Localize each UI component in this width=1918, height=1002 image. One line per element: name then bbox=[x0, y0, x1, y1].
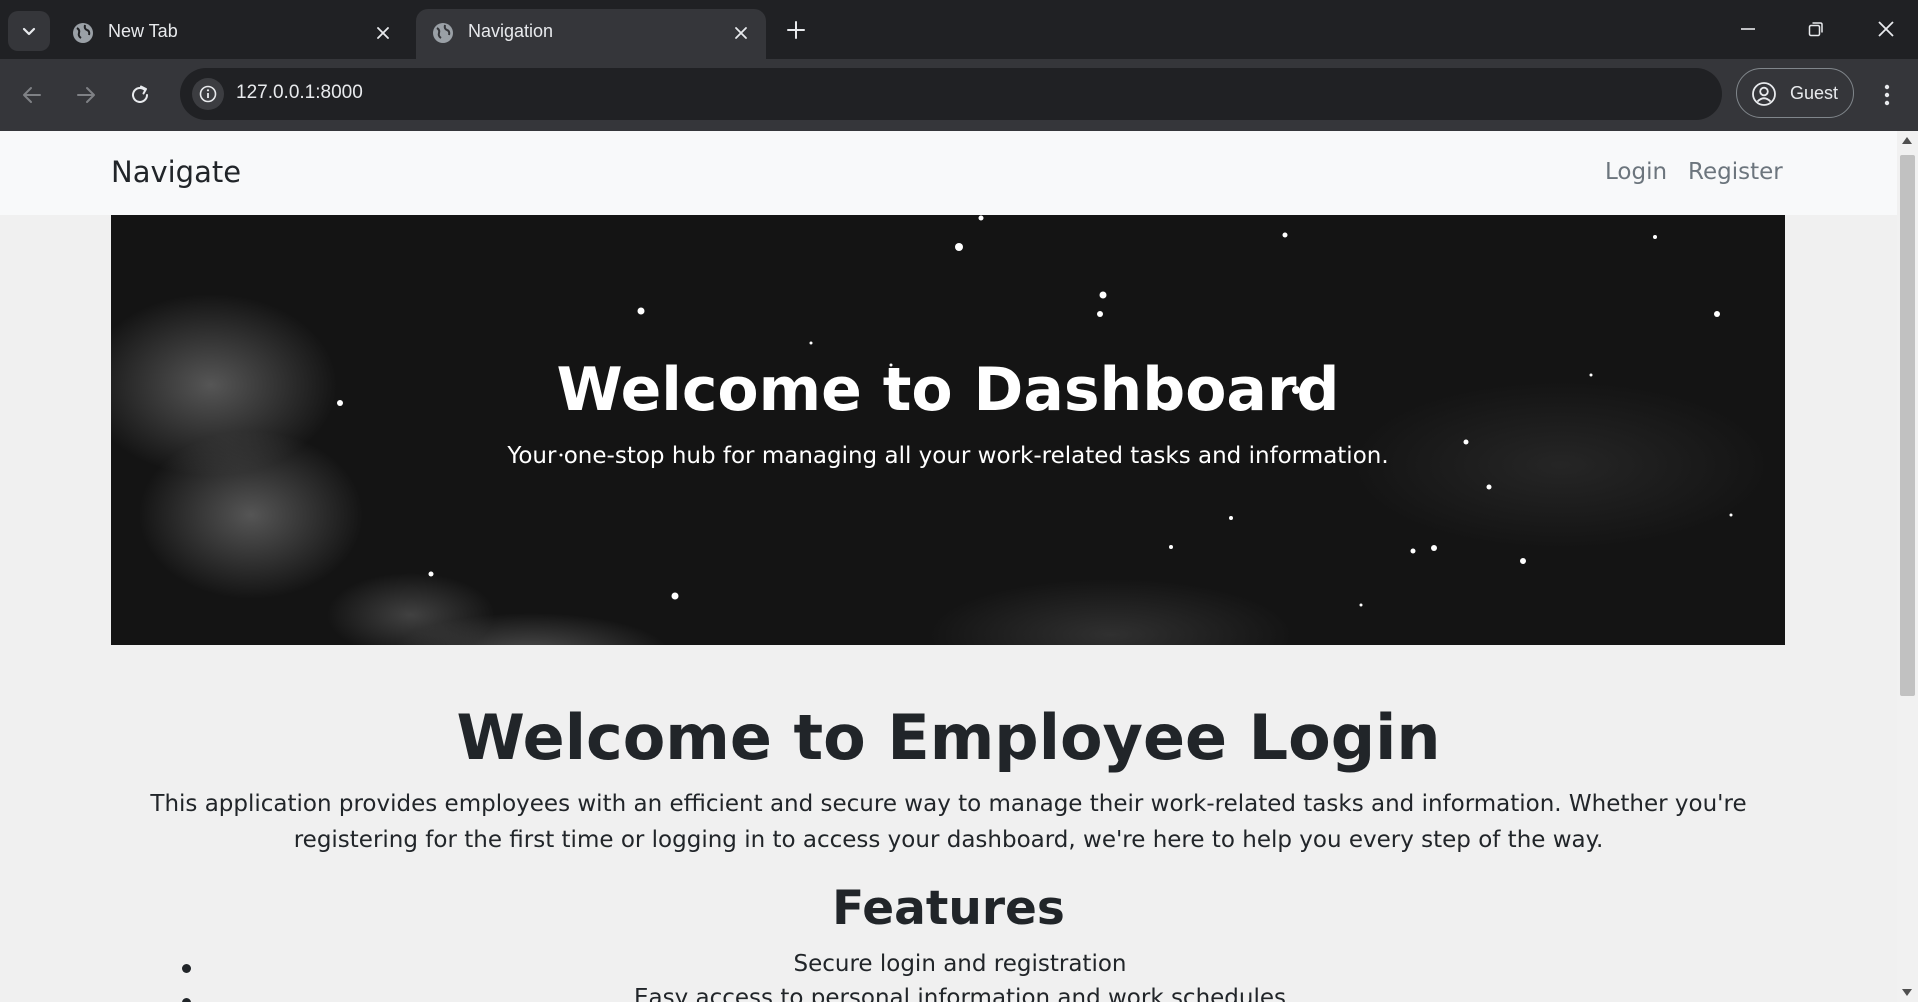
bullet-icon bbox=[182, 964, 191, 973]
navbar-brand[interactable]: Navigate bbox=[111, 155, 241, 189]
close-window-button[interactable] bbox=[1858, 8, 1914, 50]
browser-menu-button[interactable] bbox=[1872, 77, 1902, 113]
chevron-down-icon bbox=[22, 27, 36, 36]
hero-title: Welcome to Dashboard bbox=[556, 355, 1340, 425]
new-tab-button[interactable] bbox=[780, 14, 812, 46]
page-title: Welcome to Employee Login bbox=[456, 701, 1441, 774]
globe-icon bbox=[433, 23, 453, 43]
close-icon bbox=[377, 27, 389, 39]
forward-button[interactable] bbox=[68, 77, 104, 113]
tab-title: Navigation bbox=[468, 21, 554, 41]
reload-icon bbox=[132, 85, 148, 103]
page-scrollbar[interactable] bbox=[1897, 131, 1918, 1002]
intro-paragraph: This application provides employees with… bbox=[150, 791, 1747, 853]
minimize-button[interactable] bbox=[1720, 8, 1776, 50]
scroll-down-arrow-icon[interactable] bbox=[1902, 989, 1912, 996]
tab-new-tab[interactable]: New Tab bbox=[56, 9, 408, 59]
reload-button[interactable] bbox=[122, 77, 158, 113]
url-text: 127.0.0.1:8000 bbox=[236, 82, 363, 103]
tab-navigation[interactable]: Navigation bbox=[416, 9, 766, 59]
account-icon bbox=[1752, 82, 1776, 106]
profile-label: Guest bbox=[1790, 83, 1839, 103]
features-list: Secure login and registration Easy acces… bbox=[180, 951, 1740, 1002]
site-navbar: Navigate Login Register bbox=[0, 131, 1897, 215]
info-icon bbox=[199, 85, 217, 103]
arrow-right-icon bbox=[77, 87, 95, 103]
plus-icon bbox=[787, 21, 805, 39]
scrollbar-thumb[interactable] bbox=[1900, 155, 1915, 696]
close-icon bbox=[1878, 21, 1894, 37]
features-heading: Features bbox=[832, 881, 1065, 936]
hero-subtitle: Your one-stop hub for managing all your … bbox=[507, 443, 1389, 469]
close-tab-button[interactable] bbox=[728, 20, 754, 46]
tab-strip: New Tab Navigation bbox=[0, 0, 1918, 59]
feature-text: Easy access to personal information and … bbox=[633, 985, 1287, 1002]
browser-toolbar: 127.0.0.1:8000 Guest bbox=[0, 59, 1918, 131]
profile-button[interactable]: Guest bbox=[1736, 68, 1854, 118]
page-viewport: Navigate Login Register Welcome to Dashb… bbox=[0, 131, 1897, 1002]
more-vertical-icon bbox=[1884, 84, 1890, 106]
restore-button[interactable] bbox=[1788, 8, 1844, 50]
close-icon bbox=[735, 27, 747, 39]
bullet-icon bbox=[182, 998, 191, 1002]
tab-title: New Tab bbox=[108, 21, 178, 41]
restore-icon bbox=[1808, 22, 1823, 37]
nav-login-link[interactable]: Login bbox=[1605, 159, 1667, 185]
nav-register-link[interactable]: Register bbox=[1688, 159, 1783, 185]
site-info-button[interactable] bbox=[192, 78, 224, 110]
feature-text: Secure login and registration bbox=[793, 951, 1127, 977]
minimize-icon bbox=[1741, 28, 1755, 30]
tab-search-button[interactable] bbox=[8, 11, 50, 51]
hero-banner: Welcome to Dashboard Your one-stop hub f… bbox=[111, 215, 1785, 645]
globe-icon bbox=[73, 23, 93, 43]
starfield-background bbox=[337, 215, 1733, 607]
list-item: Secure login and registration bbox=[180, 951, 1740, 985]
close-tab-button[interactable] bbox=[370, 20, 396, 46]
back-button[interactable] bbox=[14, 77, 50, 113]
arrow-left-icon bbox=[23, 87, 41, 103]
address-bar[interactable]: 127.0.0.1:8000 bbox=[180, 68, 1722, 120]
scroll-up-arrow-icon[interactable] bbox=[1902, 137, 1912, 144]
list-item: Easy access to personal information and … bbox=[180, 985, 1740, 1002]
